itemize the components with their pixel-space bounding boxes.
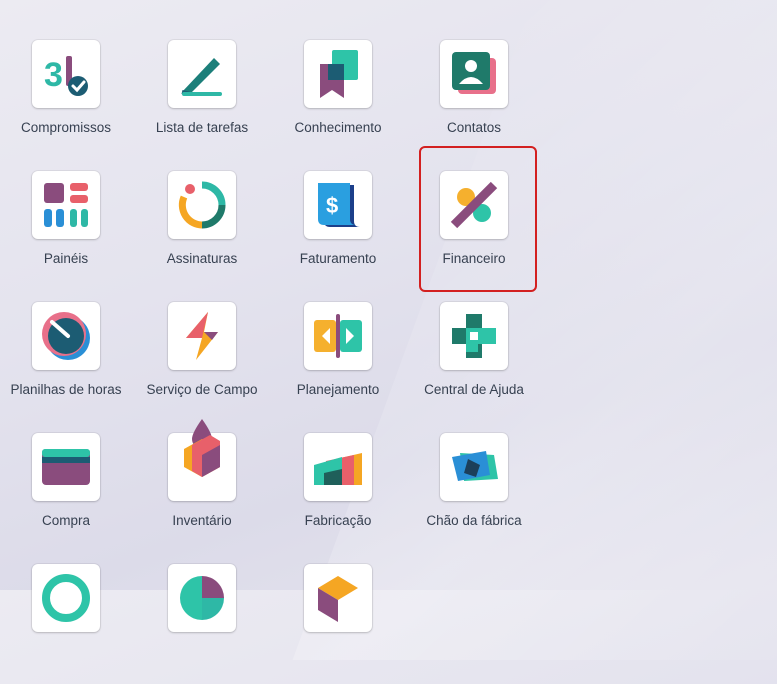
factory-icon [314, 453, 362, 485]
app-fabricacao[interactable]: Fabricação [268, 433, 408, 553]
app-tile[interactable] [168, 419, 236, 501]
invoice-dollar-icon: $ [318, 183, 360, 227]
app-tile[interactable]: $ [304, 171, 372, 239]
app-faturamento[interactable]: $ Faturamento [268, 171, 408, 291]
todo-pen-icon [181, 58, 222, 96]
app-assinaturas[interactable]: Assinaturas [132, 171, 272, 291]
partial-teal-icon [42, 574, 90, 622]
app-tile[interactable] [304, 433, 372, 501]
contact-card-icon [452, 52, 496, 94]
app-tile[interactable] [440, 302, 508, 370]
app-partial-3[interactable] [268, 564, 408, 684]
app-tile[interactable] [32, 564, 100, 632]
app-label: Conhecimento [294, 120, 382, 135]
app-tile[interactable] [440, 433, 508, 501]
app-partial-2[interactable] [132, 564, 272, 684]
app-chao-da-fabrica[interactable]: Chão da fábrica [404, 433, 544, 553]
app-label: Serviço de Campo [146, 382, 258, 397]
app-partial-1[interactable] [0, 564, 136, 684]
app-label: Planilhas de horas [10, 382, 122, 397]
dashboard-grid-icon [44, 183, 88, 227]
app-paineis[interactable]: Painéis [0, 171, 136, 291]
app-tile[interactable] [168, 40, 236, 108]
app-inventario[interactable]: Inventário [132, 419, 272, 553]
svg-text:3: 3 [44, 56, 63, 94]
app-central-de-ajuda[interactable]: Central de Ajuda [404, 302, 544, 422]
app-tile[interactable]: 3 [32, 40, 100, 108]
svg-text:$: $ [326, 193, 338, 218]
app-label: Faturamento [299, 251, 377, 266]
app-label: Inventário [172, 513, 232, 528]
selection-highlight-frame [419, 146, 537, 292]
app-tile[interactable] [440, 40, 508, 108]
planning-arrows-icon [314, 314, 362, 358]
app-tile[interactable] [32, 171, 100, 239]
lightning-icon [186, 312, 218, 360]
app-compromissos[interactable]: 3 Compromissos [0, 40, 136, 160]
app-servico-de-campo[interactable]: Serviço de Campo [132, 302, 272, 422]
timer-dial-icon [42, 312, 90, 360]
app-label: Fabricação [304, 513, 372, 528]
app-label: Contatos [446, 120, 502, 135]
app-label: Chão da fábrica [426, 513, 522, 528]
subscription-cycle-icon [178, 181, 226, 229]
app-conhecimento[interactable]: Conhecimento [268, 40, 408, 160]
app-label: Central de Ajuda [424, 382, 524, 397]
app-label: Planejamento [296, 382, 380, 397]
app-tile[interactable] [304, 564, 372, 632]
app-lista-de-tarefas[interactable]: Lista de tarefas [132, 40, 272, 160]
knowledge-bookmark-icon [320, 50, 358, 98]
app-compra[interactable]: Compra [0, 433, 136, 553]
app-label: Assinaturas [166, 251, 238, 266]
app-tile[interactable] [32, 302, 100, 370]
app-planejamento[interactable]: Planejamento [268, 302, 408, 422]
app-tile[interactable] [304, 40, 372, 108]
app-planilhas-de-horas[interactable]: Planilhas de horas [0, 302, 136, 422]
app-label: Painéis [43, 251, 89, 266]
app-label: Compra [41, 513, 90, 528]
app-tile[interactable] [32, 433, 100, 501]
app-tile[interactable] [168, 564, 236, 632]
app-tile[interactable] [168, 171, 236, 239]
inventory-box-icon [184, 419, 220, 477]
calendar-icon: 3 [44, 56, 88, 96]
partial-pie-icon [180, 576, 224, 620]
app-tile[interactable] [304, 302, 372, 370]
helpdesk-cross-icon [452, 314, 496, 358]
app-tile[interactable] [168, 302, 236, 370]
app-label: Lista de tarefas [155, 120, 249, 135]
partial-box-icon [318, 576, 358, 622]
credit-card-icon [42, 449, 90, 485]
app-label: Compromissos [20, 120, 112, 135]
shop-floor-icon [452, 451, 498, 481]
app-contatos[interactable]: Contatos [404, 40, 544, 160]
